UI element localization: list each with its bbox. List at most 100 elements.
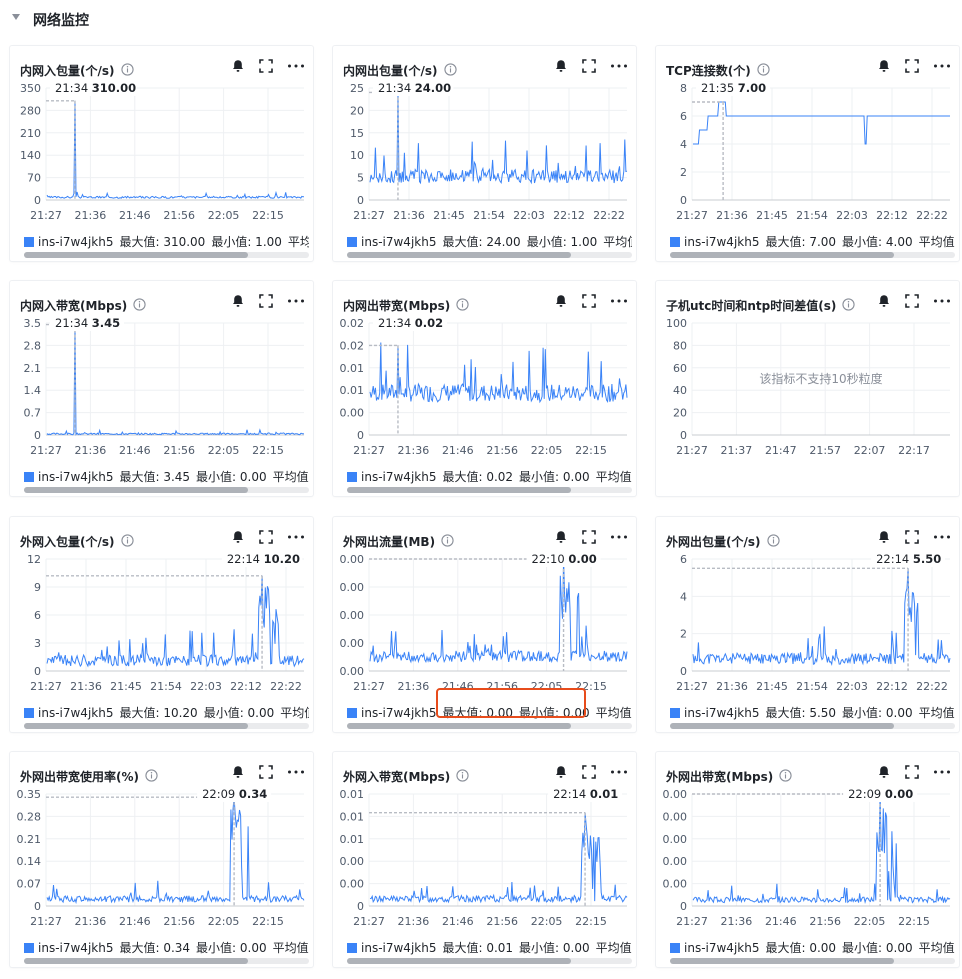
legend-swatch <box>347 708 357 718</box>
scrollbar-thumb[interactable] <box>347 723 571 729</box>
scrollbar-thumb[interactable] <box>347 958 571 964</box>
x-tick-label: 22:05 <box>208 915 240 928</box>
more-options-icon[interactable] <box>287 530 305 544</box>
info-icon[interactable] <box>779 768 792 785</box>
more-options-icon[interactable] <box>933 294 951 308</box>
alarm-bell-icon[interactable] <box>877 59 891 73</box>
info-icon[interactable] <box>456 768 469 785</box>
fullscreen-icon[interactable] <box>905 294 919 308</box>
tooltip-time: 22:10 <box>532 553 569 566</box>
x-tick-label: 21:54 <box>796 680 828 693</box>
info-icon[interactable] <box>842 297 856 314</box>
x-tick-label: 21:36 <box>398 680 430 693</box>
alarm-bell-icon[interactable] <box>231 765 245 779</box>
scrollbar-thumb[interactable] <box>347 487 571 493</box>
tooltip-time: 22:14 <box>227 553 264 566</box>
info-icon[interactable] <box>133 297 146 314</box>
legend-scrollbar[interactable] <box>24 723 309 729</box>
scrollbar-thumb[interactable] <box>670 723 894 729</box>
fullscreen-icon[interactable] <box>259 294 273 308</box>
more-options-icon[interactable] <box>933 59 951 73</box>
legend-scrollbar[interactable] <box>347 252 632 258</box>
legend-scrollbar[interactable] <box>670 252 955 258</box>
fullscreen-icon[interactable] <box>582 530 596 544</box>
fullscreen-icon[interactable] <box>259 765 273 779</box>
scrollbar-thumb[interactable] <box>670 252 894 258</box>
scrollbar-thumb[interactable] <box>24 252 248 258</box>
legend-scrollbar[interactable] <box>347 958 632 964</box>
fullscreen-icon[interactable] <box>259 59 273 73</box>
chart-legend[interactable]: ins-i7w4jkh5 最大值: 3.45 最小值: 0.00 平均值 <box>24 468 309 484</box>
alarm-bell-icon[interactable] <box>877 765 891 779</box>
card-title: 外网出带宽(Mbps) <box>666 768 792 785</box>
alarm-bell-icon[interactable] <box>554 765 568 779</box>
info-icon[interactable] <box>757 62 770 79</box>
info-icon[interactable] <box>120 533 134 550</box>
info-icon[interactable] <box>145 768 158 785</box>
fullscreen-icon[interactable] <box>259 530 273 544</box>
legend-min: 最小值: 0.00 <box>203 706 275 720</box>
metric-card: 外网出包量(个/s) 6 4 2 0 21:27 21:36 21:45 21:54 22:03 2… <box>656 517 959 732</box>
scrollbar-thumb[interactable] <box>24 958 248 964</box>
more-options-icon[interactable] <box>933 530 951 544</box>
alarm-bell-icon[interactable] <box>231 59 245 73</box>
legend-scrollbar[interactable] <box>347 723 632 729</box>
chart-legend[interactable]: ins-i7w4jkh5 最大值: 0.00 最小值: 0.00 平均值 <box>670 939 955 955</box>
more-options-icon[interactable] <box>287 294 305 308</box>
y-tick-label: 10 <box>350 149 364 162</box>
alarm-bell-icon[interactable] <box>554 59 568 73</box>
chart-legend[interactable]: ins-i7w4jkh5 最大值: 0.34 最小值: 0.00 平均值 <box>24 939 309 955</box>
legend-scrollbar[interactable] <box>24 958 309 964</box>
y-tick-label: 20 <box>673 407 687 420</box>
alarm-bell-icon[interactable] <box>554 530 568 544</box>
fullscreen-icon[interactable] <box>582 765 596 779</box>
chart-legend[interactable]: ins-i7w4jkh5 最大值: 24.00 最小值: 1.00 平均值 <box>347 233 632 249</box>
alarm-bell-icon[interactable] <box>877 530 891 544</box>
alarm-bell-icon[interactable] <box>554 294 568 308</box>
info-icon[interactable] <box>120 62 134 79</box>
scrollbar-thumb[interactable] <box>24 487 248 493</box>
chart-legend[interactable]: ins-i7w4jkh5 最大值: 5.50 最小值: 0.00 平均值 <box>670 704 955 720</box>
fullscreen-icon[interactable] <box>905 59 919 73</box>
more-options-icon[interactable] <box>610 530 628 544</box>
line-chart: 100 80 60 40 20 0 21:27 21:37 21:47 21:57 22:07 22:… <box>666 317 950 457</box>
more-options-icon[interactable] <box>610 765 628 779</box>
scrollbar-thumb[interactable] <box>347 252 571 258</box>
legend-scrollbar[interactable] <box>347 487 632 493</box>
more-options-icon[interactable] <box>610 59 628 73</box>
fullscreen-icon[interactable] <box>582 294 596 308</box>
collapse-caret-icon[interactable] <box>12 14 20 20</box>
more-options-icon[interactable] <box>287 765 305 779</box>
more-options-icon[interactable] <box>610 294 628 308</box>
alarm-bell-icon[interactable] <box>877 294 891 308</box>
section-header[interactable]: 网络监控 <box>0 0 962 38</box>
metric-card: 内网出带宽(Mbps) 0.02 0.02 0.01 0.01 0.00 0 21:27 21:… <box>333 281 636 496</box>
legend-scrollbar[interactable] <box>670 958 955 964</box>
alarm-bell-icon[interactable] <box>231 530 245 544</box>
series-line <box>46 797 305 905</box>
legend-scrollbar[interactable] <box>24 252 309 258</box>
alarm-bell-icon[interactable] <box>231 294 245 308</box>
legend-scrollbar[interactable] <box>670 723 955 729</box>
scrollbar-thumb[interactable] <box>24 723 248 729</box>
chart-legend[interactable]: ins-i7w4jkh5 最大值: 7.00 最小值: 4.00 平均值 <box>670 233 955 249</box>
more-options-icon[interactable] <box>933 765 951 779</box>
info-icon[interactable] <box>443 62 457 79</box>
fullscreen-icon[interactable] <box>905 765 919 779</box>
info-icon[interactable] <box>441 533 454 550</box>
fullscreen-icon[interactable] <box>582 59 596 73</box>
info-icon[interactable] <box>766 533 780 550</box>
tooltip-text: 22:14 5.50 <box>876 553 941 566</box>
fullscreen-icon[interactable] <box>905 530 919 544</box>
chart-legend[interactable]: ins-i7w4jkh5 最大值: 310.00 最小值: 1.00 平均值 <box>24 233 309 249</box>
more-options-icon[interactable] <box>287 59 305 73</box>
chart-legend[interactable]: ins-i7w4jkh5 最大值: 0.02 最小值: 0.00 平均值 <box>347 468 632 484</box>
x-tick-label: 22:05 <box>531 915 563 928</box>
scrollbar-thumb[interactable] <box>670 958 894 964</box>
line-chart: 6 4 2 0 21:27 21:36 21:45 21:54 22:03 22:12 22:22 2… <box>676 553 951 693</box>
chart-legend[interactable]: ins-i7w4jkh5 最大值: 0.01 最小值: 0.00 平均值 <box>347 939 632 955</box>
chart-legend[interactable]: ins-i7w4jkh5 最大值: 10.20 最小值: 0.00 平均值 <box>24 704 309 720</box>
legend-scrollbar[interactable] <box>24 487 309 493</box>
tooltip: 21:35 7.00 <box>696 82 770 96</box>
info-icon[interactable] <box>456 297 469 314</box>
